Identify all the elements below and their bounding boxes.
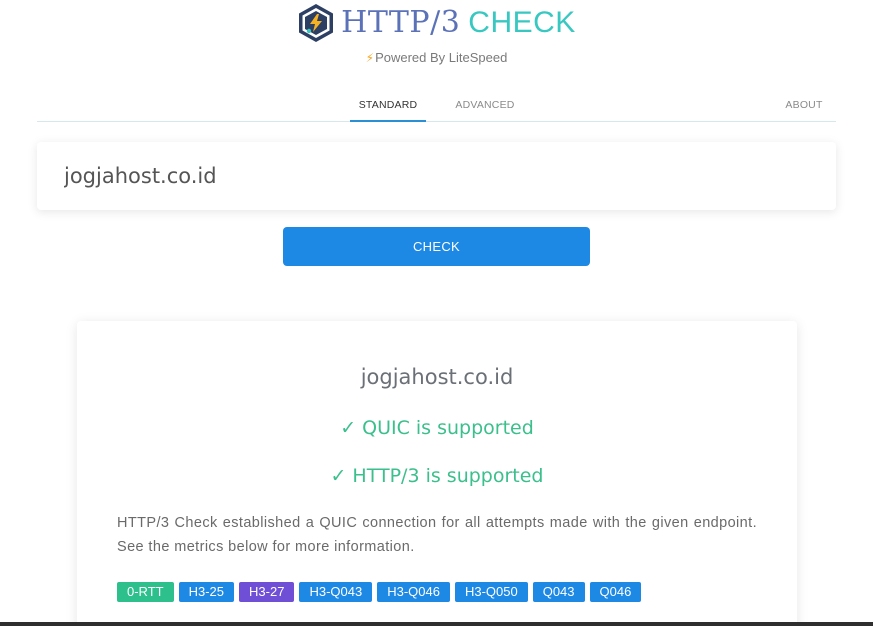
check-button[interactable]: CHECK (283, 227, 590, 266)
tag-0-rtt: 0-RTT (117, 582, 174, 602)
window-bottom-edge (0, 622, 873, 626)
tab-advanced[interactable]: ADVANCED (445, 92, 525, 120)
checkmark-icon: ✓ (340, 417, 357, 439)
http3-status: ✓ HTTP/3 is supported (77, 465, 797, 487)
tab-about[interactable]: ABOUT (779, 92, 829, 120)
lightning-bolt-icon: ⚡ (365, 51, 375, 65)
result-description: HTTP/3 Check established a QUIC connecti… (117, 515, 757, 555)
brand-header: HTTP/3 CHECK (0, 3, 873, 43)
result-domain: jogjahost.co.id (360, 365, 514, 389)
result-card: jogjahost.co.id ✓ QUIC is supported ✓ HTTP… (77, 321, 797, 626)
powered-by: ⚡Powered By LiteSpeed (0, 50, 873, 65)
powered-by-label: Powered By LiteSpeed (375, 50, 508, 65)
litespeed-hexagon-logo-icon[interactable] (297, 3, 335, 43)
tag-q043: Q043 (532, 582, 585, 602)
nav-tabs: STANDARD ADVANCED ABOUT (37, 92, 836, 122)
quic-status-label: QUIC is supported (362, 417, 534, 439)
feature-tags: 0-RTT H3-25 H3-27 H3-Q043 H3-Q046 H3-Q05… (117, 582, 642, 602)
tag-h3-q050: H3-Q050 (454, 582, 528, 602)
domain-input[interactable] (37, 142, 836, 210)
tab-standard[interactable]: STANDARD (350, 92, 426, 122)
tag-q046: Q046 (589, 582, 642, 602)
brand-title-check: CHECK (468, 6, 576, 39)
brand-title-http: HTTP/3 (341, 5, 461, 40)
quic-status: ✓ QUIC is supported (77, 417, 797, 439)
checkmark-icon: ✓ (330, 465, 347, 487)
tag-h3-q046: H3-Q046 (377, 582, 450, 602)
tag-h3-25: H3-25 (178, 582, 235, 602)
search-card (37, 142, 836, 210)
tag-h3-27: H3-27 (239, 582, 295, 602)
http3-status-label: HTTP/3 is supported (352, 465, 544, 487)
tag-h3-q043: H3-Q043 (299, 582, 373, 602)
page: HTTP/3 CHECK ⚡Powered By LiteSpeed STANDA… (0, 0, 873, 626)
brand-title[interactable]: HTTP/3 CHECK (341, 3, 576, 43)
